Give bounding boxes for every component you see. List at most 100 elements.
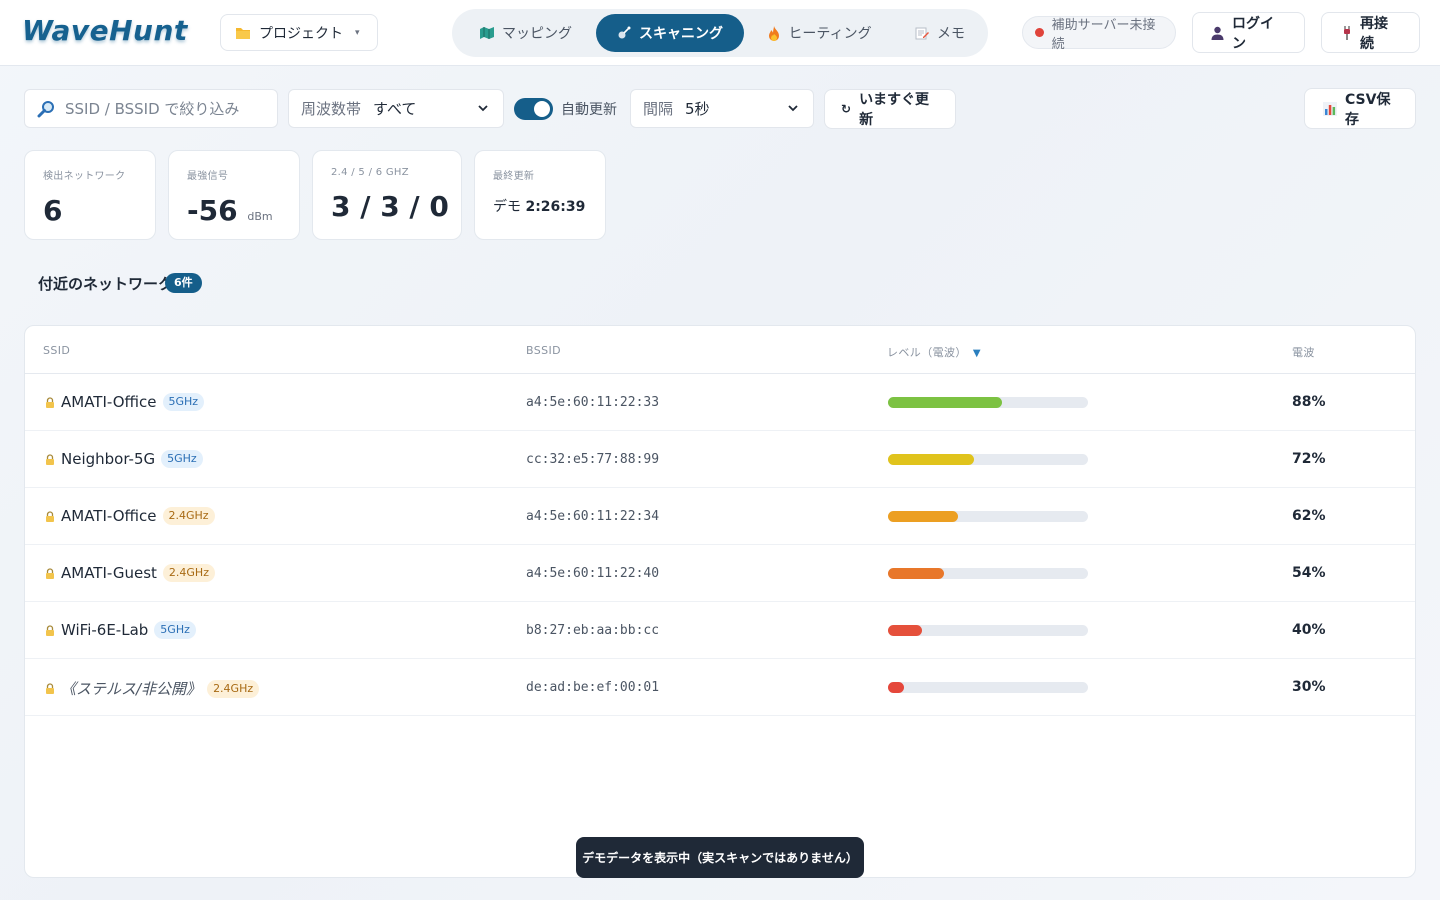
table-row[interactable]: 《ステルス/非公開》 2.4GHz de:ad:be:ef:00:01 30% xyxy=(25,659,1415,716)
cell-ssid: AMATI-Office 2.4GHz xyxy=(45,507,215,525)
memo-icon xyxy=(915,26,929,40)
cell-signal-percent: 88% xyxy=(1292,394,1326,410)
interval-select[interactable]: 間隔 5秒 xyxy=(630,89,814,128)
ssid-name: Neighbor-5G xyxy=(61,450,156,468)
cell-signal-percent: 62% xyxy=(1292,508,1326,524)
refresh-now-label: いますぐ更新 xyxy=(859,92,930,128)
network-table: SSID BSSID レベル（電波） ▼ 電波 AMATI-Office 5GHz a… xyxy=(24,325,1416,878)
ssid-name: AMATI-Office xyxy=(61,507,157,525)
signal-bar-track xyxy=(888,625,1088,636)
stat-value: デモ 2:26:39 xyxy=(493,196,587,216)
plug-icon xyxy=(1342,25,1352,40)
cell-bssid: de:ad:be:ef:00:01 xyxy=(526,680,660,695)
search-icon xyxy=(37,100,55,118)
tab-label: ヒーティング xyxy=(788,26,872,42)
interval-select-label: 間隔 xyxy=(643,100,674,118)
project-label: プロジェクト xyxy=(259,25,343,42)
stat-card-bands: 2.4 / 5 / 6 GHZ 3 / 3 / 0 xyxy=(312,150,462,240)
signal-bar-fill xyxy=(888,625,922,636)
reconnect-button[interactable]: 再接続 xyxy=(1321,12,1420,53)
lock-icon xyxy=(45,396,55,408)
column-header-signal[interactable]: 電波 xyxy=(1292,344,1315,360)
tab-label: スキャニング xyxy=(639,26,723,42)
ssid-name: AMATI-Office xyxy=(61,393,157,411)
auto-refresh-toggle[interactable] xyxy=(514,98,553,120)
fire-icon xyxy=(768,25,780,41)
table-row[interactable]: AMATI-Guest 2.4GHz a4:5e:60:11:22:40 54% xyxy=(25,545,1415,602)
signal-bar-fill xyxy=(888,397,1002,408)
table-row[interactable]: Neighbor-5G 5GHz cc:32:e5:77:88:99 72% xyxy=(25,431,1415,488)
refresh-now-button[interactable]: ↻ いますぐ更新 xyxy=(824,89,956,129)
stat-value: 6 xyxy=(43,194,63,227)
column-header-ssid[interactable]: SSID xyxy=(43,344,70,357)
signal-bar-track xyxy=(888,511,1088,522)
band-select-value: すべて xyxy=(373,100,417,118)
band-badge: 2.4GHz xyxy=(162,564,215,582)
search-box[interactable] xyxy=(24,89,278,128)
csv-save-label: CSV保存 xyxy=(1345,91,1391,128)
band-badge: 5GHz xyxy=(161,450,203,468)
section-title: 付近のネットワーク xyxy=(38,275,174,293)
column-header-bssid[interactable]: BSSID xyxy=(526,344,561,357)
tab-label: メモ xyxy=(937,26,965,42)
ssid-name: WiFi-6E-Lab xyxy=(61,621,149,639)
cell-bssid: a4:5e:60:11:22:33 xyxy=(526,395,660,410)
app-logo[interactable]: WaveHunt xyxy=(22,14,188,54)
stat-label: 検出ネットワーク xyxy=(43,171,126,182)
band-select[interactable]: 周波数帯 すべて xyxy=(288,89,504,128)
lock-icon xyxy=(45,510,55,522)
bar-chart-icon xyxy=(1323,101,1337,116)
band-select-label: 周波数帯 xyxy=(301,100,362,118)
status-dot-icon xyxy=(1035,28,1044,37)
band-badge: 2.4GHz xyxy=(207,679,260,698)
strongest-unit: dBm xyxy=(247,210,273,223)
table-header: SSID BSSID レベル（電波） ▼ 電波 xyxy=(25,326,1415,374)
column-header-level[interactable]: レベル（電波） ▼ xyxy=(887,344,981,360)
table-row[interactable]: WiFi-6E-Lab 5GHz b8:27:eb:aa:bb:cc 40% xyxy=(25,602,1415,659)
tab-label: マッピング xyxy=(502,26,572,42)
band-badge: 2.4GHz xyxy=(162,507,215,525)
signal-bar-fill xyxy=(888,511,958,522)
updated-time: 2:26:39 xyxy=(525,199,586,215)
server-status-text: 補助サーバー未接続 xyxy=(1051,17,1156,52)
cell-signal-percent: 40% xyxy=(1292,622,1326,638)
signal-bar-track xyxy=(888,454,1088,465)
tab-heating[interactable]: ヒーティング xyxy=(744,14,896,52)
ssid-name: AMATI-Guest xyxy=(61,564,157,582)
count-badge: 6件 xyxy=(165,273,202,293)
tab-scanning[interactable]: スキャニング xyxy=(596,14,744,52)
strongest-value: -56 xyxy=(187,194,238,227)
lock-icon xyxy=(45,453,55,465)
ssid-name: 《ステルス/非公開》 xyxy=(61,680,202,698)
login-button[interactable]: ログイン xyxy=(1192,12,1305,53)
folder-icon xyxy=(235,26,251,40)
csv-save-button[interactable]: CSV保存 xyxy=(1304,88,1416,129)
cell-ssid: Neighbor-5G 5GHz xyxy=(45,450,203,468)
reconnect-label: 再接続 xyxy=(1360,15,1388,52)
project-dropdown-button[interactable]: プロジェクト ▾ xyxy=(220,14,378,51)
main-tabs: マッピング スキャニング ヒーティング メモ xyxy=(452,9,988,57)
cell-signal-percent: 30% xyxy=(1292,679,1326,695)
stat-card-detected: 検出ネットワーク 6 xyxy=(24,150,156,240)
cell-bssid: cc:32:e5:77:88:99 xyxy=(526,452,660,467)
cell-signal-percent: 72% xyxy=(1292,451,1326,467)
signal-bar-track xyxy=(888,397,1088,408)
table-row[interactable]: AMATI-Office 5GHz a4:5e:60:11:22:33 88% xyxy=(25,374,1415,431)
stat-value: -56 dBm xyxy=(187,194,281,227)
table-row[interactable]: AMATI-Office 2.4GHz a4:5e:60:11:22:34 62% xyxy=(25,488,1415,545)
caret-down-icon: ▾ xyxy=(355,27,360,38)
signal-bar-track xyxy=(888,682,1088,693)
cell-bssid: b8:27:eb:aa:bb:cc xyxy=(526,623,660,638)
tab-mapping[interactable]: マッピング xyxy=(456,14,596,52)
map-icon xyxy=(480,27,494,39)
cell-bssid: a4:5e:60:11:22:40 xyxy=(526,566,660,581)
band-badge: 5GHz xyxy=(154,621,196,639)
stat-label: 最強信号 xyxy=(187,171,229,182)
tab-memo[interactable]: メモ xyxy=(896,14,984,52)
chevron-down-icon xyxy=(787,101,799,115)
chevron-down-icon xyxy=(477,101,489,115)
server-status-badge: 補助サーバー未接続 xyxy=(1022,16,1176,52)
signal-bar-fill xyxy=(888,454,974,465)
signal-bar-fill xyxy=(888,568,944,579)
search-input[interactable] xyxy=(65,99,265,118)
